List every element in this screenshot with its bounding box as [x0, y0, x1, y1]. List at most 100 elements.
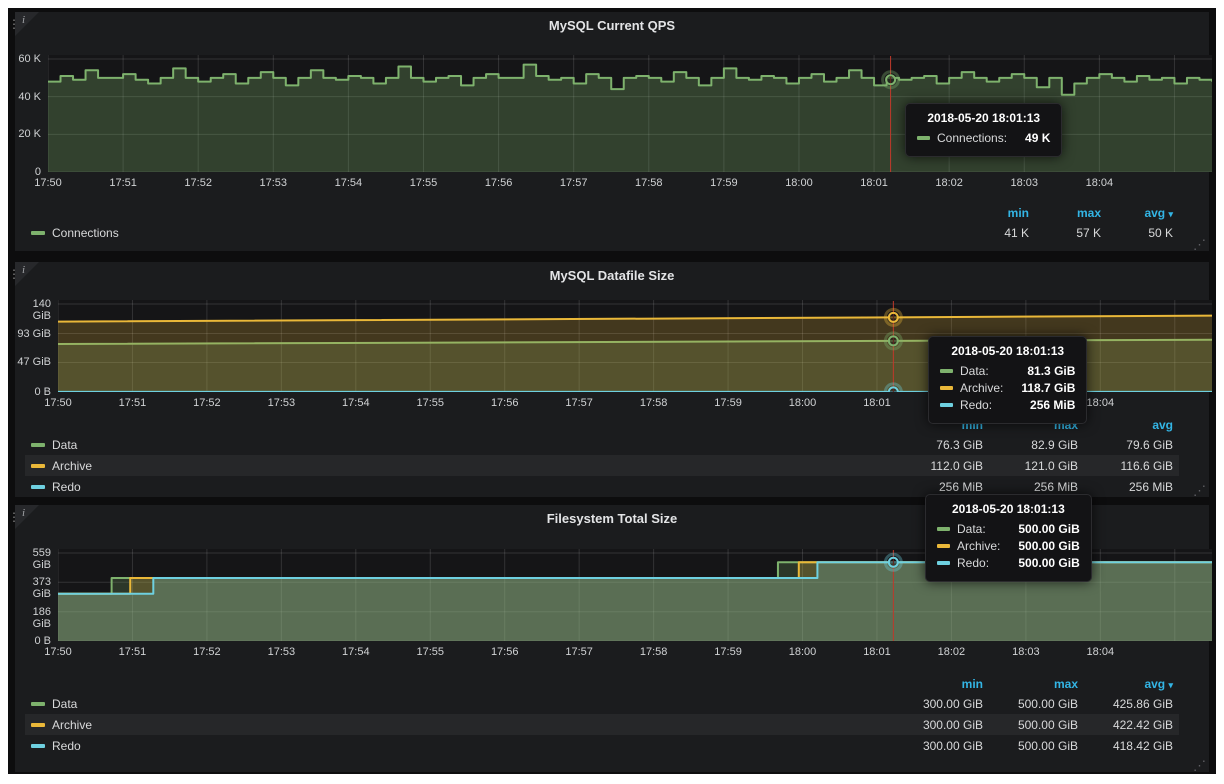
- legend-min-value: 41 K: [957, 226, 1029, 240]
- series-color-dash: [937, 561, 950, 565]
- x-axis-tick-label: 17:54: [324, 177, 372, 189]
- grafana-dashboard: ⋮ ⋮ ⋮ i MySQL Current QPS min max avg ▾ …: [8, 8, 1216, 774]
- legend-header-min[interactable]: min: [888, 677, 983, 691]
- legend-table: min max avg Data 76.3 GiB 82.9 GiB 79.6 …: [25, 416, 1179, 497]
- x-axis-tick-label: 18:02: [927, 646, 975, 658]
- panel-resize-handle-icon[interactable]: ⋰: [1193, 239, 1206, 251]
- y-axis-tick-label: 60 K: [15, 53, 41, 65]
- legend-header-max[interactable]: max: [983, 677, 1078, 691]
- row-drag-handle-icon[interactable]: ⋮: [8, 20, 15, 28]
- x-axis-tick-label: 18:03: [1000, 177, 1048, 189]
- legend-label[interactable]: Data: [52, 697, 77, 711]
- tooltip-filesystem-size: 2018-05-20 18:01:13 Data: 500.00 GiB Arc…: [925, 494, 1092, 582]
- legend-label[interactable]: Archive: [52, 718, 92, 732]
- series-color-dash: [940, 403, 953, 407]
- tooltip-timestamp: 2018-05-20 18:01:13: [940, 344, 1075, 358]
- x-axis-tick-label: 17:53: [249, 177, 297, 189]
- x-axis-tick-label: 17:55: [406, 646, 454, 658]
- x-axis-tick-label: 18:01: [853, 646, 901, 658]
- y-axis-tick-label: 559 GiB: [15, 547, 51, 571]
- y-axis-tick-label: 373 GiB: [15, 576, 51, 600]
- tooltip-qps: 2018-05-20 18:01:13 Connections: 49 K: [905, 103, 1062, 157]
- legend-label[interactable]: Connections: [52, 226, 119, 240]
- legend-label[interactable]: Redo: [52, 480, 81, 494]
- legend-min-value: 300.00 GiB: [888, 739, 983, 753]
- tooltip-series-value: 500.00 GiB: [1000, 539, 1079, 553]
- info-icon[interactable]: i: [22, 264, 25, 276]
- x-axis-tick-label: 17:58: [625, 177, 673, 189]
- legend-min-value: 76.3 GiB: [888, 438, 983, 452]
- x-axis-tick-label: 18:02: [925, 177, 973, 189]
- legend-row-archive: Archive 300.00 GiB 500.00 GiB 422.42 GiB: [25, 714, 1179, 735]
- x-axis-tick-label: 17:52: [183, 397, 231, 409]
- series-color-dash: [31, 485, 45, 489]
- legend-max-value: 57 K: [1029, 226, 1101, 240]
- x-axis-tick-label: 17:57: [555, 646, 603, 658]
- legend-row-archive: Archive 112.0 GiB 121.0 GiB 116.6 GiB: [25, 455, 1179, 476]
- info-icon[interactable]: i: [22, 14, 25, 26]
- x-axis-tick-label: 17:50: [34, 646, 82, 658]
- legend-min-value: 300.00 GiB: [888, 697, 983, 711]
- x-axis-tick-label: 18:01: [850, 177, 898, 189]
- legend-header-min[interactable]: min: [957, 206, 1029, 220]
- row-drag-handle-icon[interactable]: ⋮: [8, 513, 15, 521]
- series-color-dash: [31, 702, 45, 706]
- x-axis-tick-label: 17:52: [183, 646, 231, 658]
- panel-resize-handle-icon[interactable]: ⋰: [1193, 760, 1206, 772]
- legend-max-value: 500.00 GiB: [983, 697, 1078, 711]
- legend-label[interactable]: Redo: [52, 739, 81, 753]
- x-axis-tick-label: 17:53: [257, 397, 305, 409]
- x-axis-tick-label: 17:51: [108, 646, 156, 658]
- x-axis-tick-label: 17:59: [700, 177, 748, 189]
- legend-label[interactable]: Archive: [52, 459, 92, 473]
- x-axis-tick-label: 17:56: [481, 646, 529, 658]
- legend-avg-value: 422.42 GiB: [1078, 718, 1173, 732]
- x-axis-tick-label: 17:58: [630, 397, 678, 409]
- legend-header-max[interactable]: max: [1029, 206, 1101, 220]
- panel-title[interactable]: MySQL Current QPS: [15, 18, 1209, 33]
- tooltip-series-label: Redo:: [957, 556, 989, 570]
- panel-resize-handle-icon[interactable]: ⋰: [1193, 485, 1206, 497]
- legend-row-data: Data 300.00 GiB 500.00 GiB 425.86 GiB: [25, 693, 1179, 714]
- x-axis-tick-label: 17:53: [257, 646, 305, 658]
- y-axis-tick-label: 20 K: [15, 128, 41, 140]
- legend-table: min max avg ▾ Data 300.00 GiB 500.00 GiB…: [25, 675, 1179, 756]
- legend-label[interactable]: Data: [52, 438, 77, 452]
- tooltip-series-label: Connections:: [937, 131, 1007, 145]
- x-axis-tick-label: 18:00: [779, 646, 827, 658]
- chevron-down-icon: ▾: [1168, 680, 1173, 690]
- row-drag-handle-icon[interactable]: ⋮: [8, 270, 15, 278]
- y-axis-tick-label: 93 GiB: [15, 328, 51, 340]
- panel-title[interactable]: MySQL Datafile Size: [15, 268, 1209, 283]
- legend-max-value: 500.00 GiB: [983, 739, 1078, 753]
- chevron-down-icon: ▾: [1168, 209, 1173, 219]
- x-axis-tick-label: 17:54: [332, 646, 380, 658]
- series-color-dash: [31, 723, 45, 727]
- legend-header-avg[interactable]: avg ▾: [1078, 677, 1173, 691]
- legend-avg-value: 418.42 GiB: [1078, 739, 1173, 753]
- crosshair-marker: [889, 336, 898, 345]
- tooltip-series-value: 500.00 GiB: [1000, 556, 1079, 570]
- tooltip-series-label: Data:: [960, 364, 989, 378]
- x-axis-tick-label: 17:59: [704, 646, 752, 658]
- x-axis-tick-label: 18:04: [1075, 177, 1123, 189]
- x-axis-tick-label: 17:51: [108, 397, 156, 409]
- legend-min-value: 300.00 GiB: [888, 718, 983, 732]
- info-icon[interactable]: i: [22, 507, 25, 519]
- y-axis-tick-label: 47 GiB: [15, 356, 51, 368]
- y-axis-tick-label: 40 K: [15, 91, 41, 103]
- legend-min-value: 112.0 GiB: [888, 459, 983, 473]
- series-color-dash: [31, 744, 45, 748]
- tooltip-series-label: Data:: [957, 522, 986, 536]
- legend-header-avg[interactable]: avg: [1078, 418, 1173, 432]
- legend-max-value: 500.00 GiB: [983, 718, 1078, 732]
- legend-row-redo: Redo 300.00 GiB 500.00 GiB 418.42 GiB: [25, 735, 1179, 756]
- legend-max-value: 256 MiB: [983, 480, 1078, 494]
- x-axis-tick-label: 18:00: [775, 177, 823, 189]
- series-color-dash: [940, 369, 953, 373]
- series-color-dash: [917, 136, 930, 140]
- legend-header-avg[interactable]: avg ▾: [1101, 206, 1173, 220]
- y-axis-tick-label: 186 GiB: [15, 606, 51, 630]
- series-color-dash: [31, 231, 45, 235]
- crosshair-marker: [886, 75, 895, 84]
